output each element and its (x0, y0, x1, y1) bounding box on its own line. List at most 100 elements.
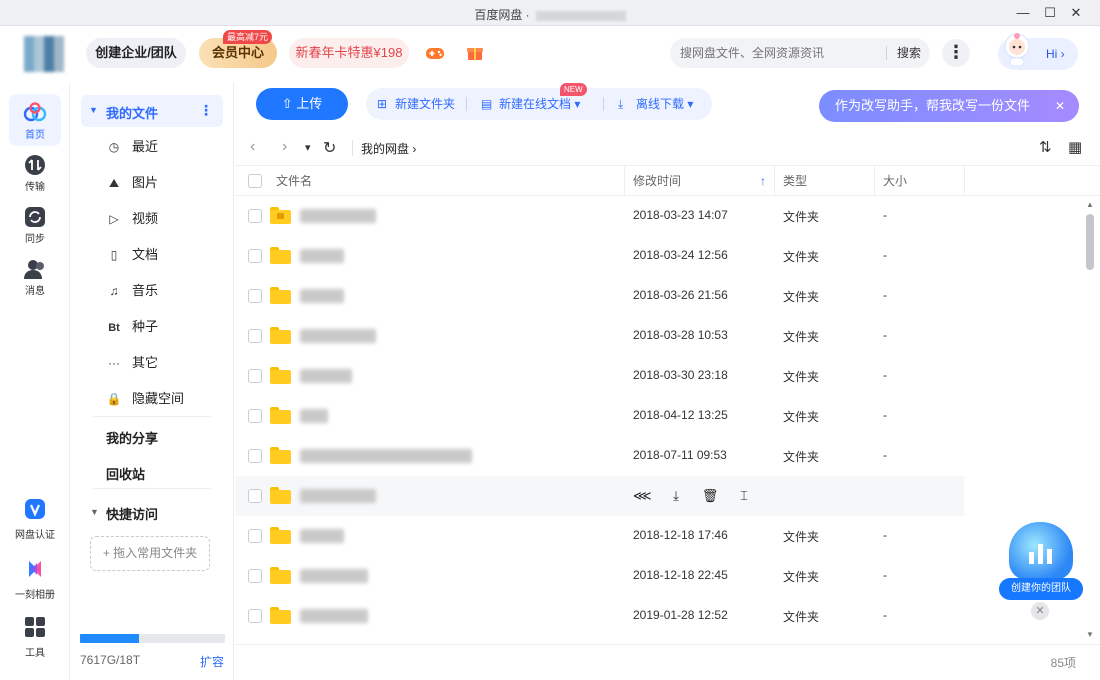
nav-item-music[interactable]: ♫ 音乐 (105, 280, 159, 302)
game-icon[interactable] (424, 42, 446, 64)
table-row[interactable]: ⋘ ⤓ 🗑 ⌶ (235, 476, 964, 516)
file-name-blurred[interactable] (300, 329, 376, 343)
row-checkbox[interactable] (248, 369, 262, 383)
table-row[interactable]: 2018-03-24 12:56 文件夹 - (235, 236, 1085, 276)
column-divider[interactable] (624, 166, 625, 196)
column-name[interactable]: 文件名 (276, 166, 312, 196)
row-checkbox[interactable] (248, 569, 262, 583)
vertical-scrollbar[interactable]: ▲ ▼ (1083, 196, 1097, 646)
nav-my-share[interactable]: 我的分享 (106, 428, 158, 447)
table-row[interactable]: 2018-03-23 14:07 文件夹 - (235, 196, 1085, 236)
create-team-button[interactable]: 创建企业/团队 (86, 38, 186, 68)
history-dropdown-icon[interactable]: ▾ (305, 141, 311, 154)
maximize-button[interactable]: ☐ (1041, 4, 1059, 22)
table-row[interactable]: 2018-04-12 13:25 文件夹 - (235, 396, 1085, 436)
nav-more-icon[interactable]: ⋮ (199, 102, 213, 119)
row-checkbox[interactable] (248, 609, 262, 623)
nav-item-lock[interactable]: 🔒 隐藏空间 (105, 388, 185, 410)
rail-item-verify[interactable]: 网盘认证 (0, 498, 70, 541)
nav-item-other[interactable]: ··· 其它 (105, 352, 158, 374)
search-button[interactable]: 搜索 (892, 38, 926, 68)
row-checkbox[interactable] (248, 409, 262, 423)
offline-download-button[interactable]: ⤓ 离线下载 ▾ (618, 88, 693, 120)
search-input[interactable] (680, 38, 885, 68)
table-row[interactable]: 2018-12-18 17:46 文件夹 - (235, 516, 1085, 556)
nav-item-clock[interactable]: ◷ 最近 (105, 136, 158, 158)
close-icon[interactable]: ✕ (1031, 602, 1049, 620)
collapse-triangle-icon[interactable]: ▼ (90, 507, 99, 517)
nav-item-video[interactable]: ▷ 视频 (105, 208, 158, 230)
upload-button[interactable]: ⇧ 上传 (256, 88, 348, 120)
row-checkbox[interactable] (248, 209, 262, 223)
sort-icon[interactable]: ⇅ (1039, 138, 1052, 156)
row-checkbox[interactable] (248, 529, 262, 543)
more-menu-button[interactable]: ⋮ (942, 39, 970, 67)
breadcrumb[interactable]: 我的网盘 › (361, 140, 416, 157)
download-icon[interactable]: ⤓ (667, 487, 685, 505)
sort-asc-icon[interactable]: ↑ (760, 166, 766, 196)
select-all-checkbox[interactable] (248, 174, 262, 188)
column-type[interactable]: 类型 (783, 166, 807, 196)
column-divider[interactable] (874, 166, 875, 196)
close-window-button[interactable]: ✕ (1067, 4, 1085, 22)
minimize-button[interactable]: — (1014, 4, 1032, 22)
file-name-blurred[interactable] (300, 529, 344, 543)
drop-common-folder-zone[interactable]: + 拖入常用文件夹 (90, 536, 210, 571)
file-name-blurred[interactable] (300, 289, 344, 303)
rail-item-sync[interactable]: 同步 (9, 198, 61, 250)
rail-item-album[interactable]: 一刻相册 (0, 558, 70, 601)
back-icon[interactable]: ‹ (250, 138, 255, 156)
file-name-blurred[interactable] (300, 569, 368, 583)
vip-center-button[interactable]: 最高减7元 会员中心 (199, 30, 277, 68)
table-row[interactable]: 2018-07-11 09:53 文件夹 - (235, 436, 1085, 476)
nav-item-document[interactable]: ▯ 文档 (105, 244, 158, 266)
gift-icon[interactable] (464, 42, 486, 64)
row-checkbox[interactable] (248, 489, 262, 503)
close-icon[interactable]: ✕ (1055, 90, 1065, 122)
file-name-blurred[interactable] (300, 449, 472, 463)
table-row[interactable]: 2018-12-18 22:45 文件夹 - (235, 556, 1085, 596)
expand-storage-link[interactable]: 扩容 (200, 653, 224, 670)
table-row[interactable]: 2018-03-30 23:18 文件夹 - (235, 356, 1085, 396)
table-row[interactable]: 2018-03-26 21:56 文件夹 - (235, 276, 1085, 316)
new-folder-button[interactable]: ⊞ 新建文件夹 (377, 88, 455, 120)
rail-item-transfer[interactable]: 传输 (9, 146, 61, 198)
assistant-suggestion-pill[interactable]: 作为改写助手，帮我改写一份文件 ✕ (819, 90, 1079, 122)
assistant-hi-button[interactable]: Hi › (998, 33, 1078, 70)
scroll-up-icon[interactable]: ▲ (1086, 200, 1094, 209)
forward-icon[interactable]: › (282, 138, 287, 156)
promo-button[interactable]: 新春年卡特惠¥198 (289, 38, 409, 68)
delete-icon[interactable]: 🗑 (701, 487, 719, 505)
avatar[interactable] (24, 36, 64, 72)
row-checkbox[interactable] (248, 289, 262, 303)
row-checkbox[interactable] (248, 329, 262, 343)
row-checkbox[interactable] (248, 249, 262, 263)
rail-item-home[interactable]: 首页 (9, 94, 61, 146)
file-name-blurred[interactable] (300, 409, 328, 423)
file-name-blurred[interactable] (300, 369, 352, 383)
create-team-float[interactable]: 创建你的团队 ✕ (999, 522, 1083, 622)
column-mtime[interactable]: 修改时间 (633, 166, 681, 196)
nav-recycle-bin[interactable]: 回收站 (106, 464, 145, 483)
share-icon[interactable]: ⋘ (633, 487, 652, 505)
refresh-icon[interactable]: ↻ (323, 138, 336, 158)
file-name-blurred[interactable] (300, 249, 344, 263)
nav-quick-access[interactable]: 快捷访问 (106, 504, 158, 523)
row-checkbox[interactable] (248, 449, 262, 463)
nav-my-files[interactable]: ▼ 我的文件 ⋮ (81, 95, 223, 127)
rail-item-tools[interactable]: 工具 (0, 616, 70, 659)
table-row[interactable]: 2018-03-28 10:53 文件夹 - (235, 316, 1085, 356)
column-size[interactable]: 大小 (883, 166, 907, 196)
nav-item-bt[interactable]: Bt 种子 (105, 316, 158, 338)
file-name-blurred[interactable] (300, 609, 368, 623)
file-name-blurred[interactable] (300, 209, 376, 223)
rail-item-message[interactable]: 消息 (9, 250, 61, 302)
column-divider[interactable] (774, 166, 775, 196)
nav-item-image[interactable]: ⛰ 图片 (105, 172, 158, 194)
scrollbar-thumb[interactable] (1086, 214, 1094, 270)
table-row[interactable]: 2019-01-28 12:52 文件夹 - (235, 596, 1085, 636)
file-name-blurred[interactable] (300, 489, 376, 503)
grid-view-icon[interactable]: ▦ (1068, 138, 1082, 156)
scroll-down-icon[interactable]: ▼ (1086, 630, 1094, 639)
collapse-triangle-icon[interactable]: ▼ (89, 105, 98, 115)
